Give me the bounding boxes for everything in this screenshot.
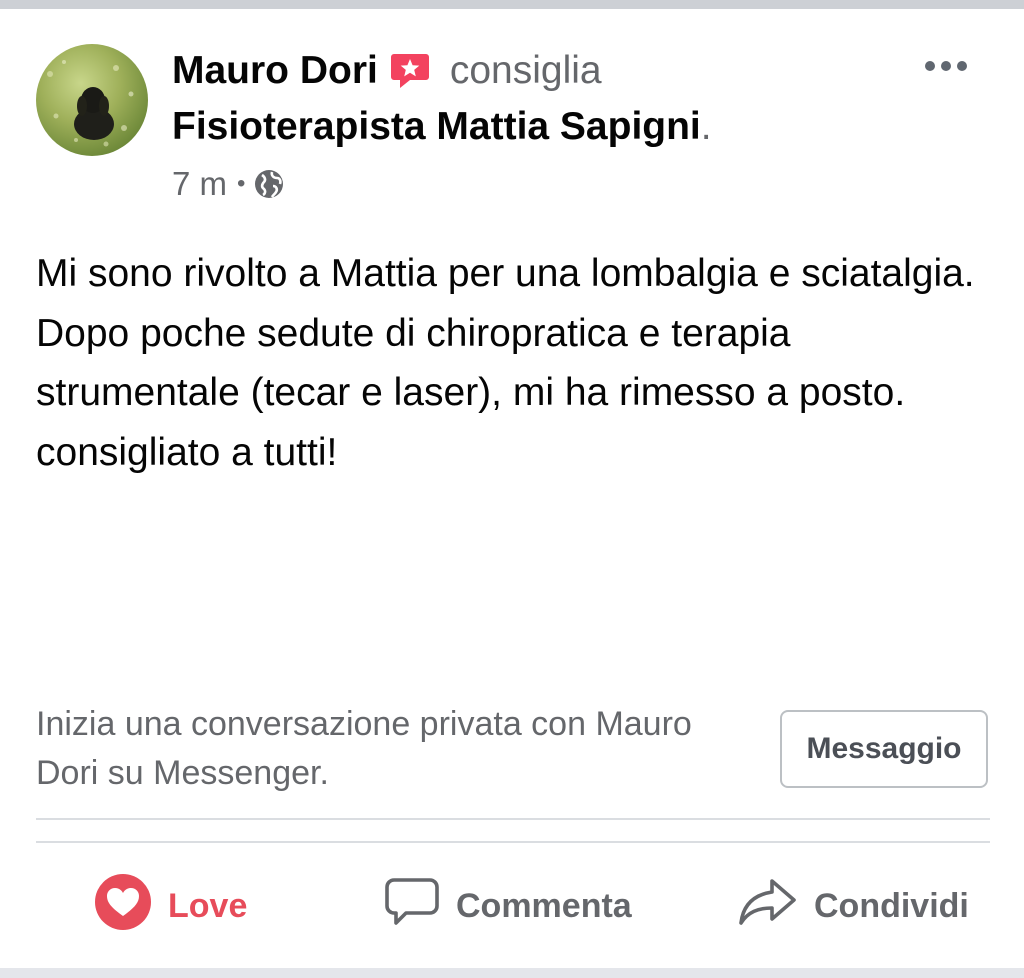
globe-icon[interactable] — [253, 168, 285, 200]
messenger-prompt: Inizia una conversazione privata con Mau… — [36, 705, 692, 792]
dog-silhouette — [74, 87, 114, 140]
post-header-line-1: Mauro Dori consiglia — [172, 44, 602, 98]
author-name[interactable]: Mauro Dori — [172, 49, 378, 93]
comment-button[interactable]: Commenta — [384, 870, 632, 942]
post-body: Mi sono rivolto a Mattia per una lombalg… — [36, 244, 996, 482]
share-label: Condividi — [814, 886, 969, 925]
love-label: Love — [168, 886, 248, 925]
comment-icon — [384, 876, 440, 937]
love-button[interactable]: Love — [94, 870, 247, 942]
recommended-page-name[interactable]: Fisioterapista Mattia Sapigni — [172, 105, 701, 149]
more-options-icon-dot — [941, 61, 951, 71]
post-header-line-2: Fisioterapista Mattia Sapigni. — [172, 100, 712, 154]
divider — [36, 818, 990, 820]
share-button[interactable]: Condividi — [738, 870, 969, 942]
love-reaction-icon — [94, 873, 152, 940]
post-meta: 7 m • — [172, 162, 285, 206]
share-icon — [738, 876, 798, 937]
post-body-paragraph: Mi sono rivolto a Mattia per una lombalg… — [36, 252, 975, 295]
recommends-text: consiglia — [449, 49, 602, 92]
comment-label: Commenta — [456, 886, 632, 925]
recommendation-star-icon — [390, 51, 430, 91]
more-options-button[interactable] — [918, 50, 974, 82]
more-options-icon — [925, 61, 935, 71]
post-timestamp[interactable]: 7 m — [172, 165, 227, 203]
post-body-paragraph: consigliato a tutti! — [36, 430, 338, 474]
divider — [36, 841, 990, 843]
avatar[interactable] — [36, 44, 148, 156]
more-options-icon-dot — [957, 61, 967, 71]
top-border — [0, 0, 1024, 9]
meta-separator: • — [237, 170, 246, 197]
message-button[interactable]: Messaggio — [780, 710, 988, 788]
page-name-period: . — [700, 105, 712, 148]
bottom-border — [0, 968, 1024, 978]
post-body-paragraph: Dopo poche sedute di chiropratica e tera… — [36, 311, 906, 415]
